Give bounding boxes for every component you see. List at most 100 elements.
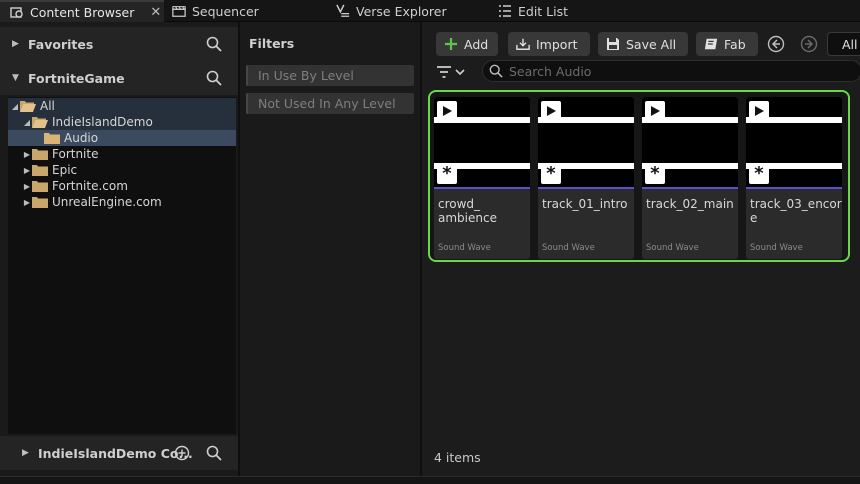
tab-label: Edit List	[518, 3, 569, 19]
asset-grid: * crowd_ ambience Sound Wave * track_01_i…	[428, 90, 850, 262]
tree-item-label: UnrealEngine.com	[52, 195, 162, 209]
save-all-button[interactable]: Save All	[598, 32, 688, 56]
search-icon[interactable]	[206, 445, 222, 461]
folder-icon	[32, 181, 48, 192]
play-icon[interactable]	[645, 101, 665, 121]
tree-item-label: Epic	[52, 163, 78, 177]
play-icon[interactable]	[541, 101, 561, 121]
add-button[interactable]: Add	[436, 32, 498, 56]
asset-tile-track-01-intro[interactable]: * track_01_intro Sound Wave	[538, 97, 634, 259]
favorites-header[interactable]: ▶ Favorites	[0, 27, 238, 61]
list-icon	[498, 4, 512, 18]
chevron-right-icon[interactable]: ▶	[22, 150, 32, 159]
tab-content-browser[interactable]: Content Browser ✕	[0, 0, 164, 22]
filter-not-used-in-any-level[interactable]: Not Used In Any Level	[246, 93, 414, 114]
filters-panel: Filters In Use By Level Not Used In Any …	[240, 22, 420, 476]
folder-icon	[32, 165, 48, 176]
chevron-right-icon[interactable]: ▶	[22, 198, 32, 207]
status-bar	[0, 476, 860, 484]
asset-type: Sound Wave	[542, 243, 595, 253]
folder-open-icon	[32, 117, 48, 128]
tab-verse-explorer[interactable]: Verse Explorer	[336, 0, 447, 22]
import-button[interactable]: Import	[508, 32, 590, 56]
sources-panel: ▶ Favorites ▼ FortniteGame ◢ All ◢ Indie…	[0, 22, 238, 476]
collections-header[interactable]: ▶ IndieIslandDemo Co...	[0, 436, 238, 470]
save-all-label: Save All	[626, 36, 677, 52]
tree-item-label: All	[40, 99, 55, 113]
tree-item-label: IndieIslandDemo	[52, 115, 153, 129]
tree-item-fortnite-com[interactable]: ▶ Fortnite.com	[8, 178, 236, 194]
tree-item-label: Fortnite.com	[52, 179, 128, 193]
tab-bar: Content Browser ✕ Sequencer Verse Explor…	[0, 0, 860, 22]
chevron-right-icon[interactable]: ▶	[22, 182, 32, 191]
search-input[interactable]	[509, 63, 839, 79]
asset-type: Sound Wave	[646, 243, 699, 253]
tree-item-indieislanddemo[interactable]: ◢ IndieIslandDemo	[8, 114, 236, 130]
chevron-right-icon[interactable]: ▶	[22, 166, 32, 175]
asset-name: track_02_main	[646, 197, 734, 211]
project-label: FortniteGame	[28, 70, 125, 86]
folder-icon	[32, 197, 48, 208]
tree-item-label: Audio	[64, 131, 99, 145]
project-header[interactable]: ▼ FortniteGame	[0, 61, 238, 95]
filter-dropdown-button[interactable]	[436, 62, 470, 82]
tab-edit-list[interactable]: Edit List	[498, 0, 568, 22]
asterisk-icon: *	[437, 164, 457, 184]
save-icon	[606, 37, 620, 51]
tree-item-label: Fortnite	[52, 147, 99, 161]
asset-thumbnail: *	[746, 97, 842, 187]
filters-title: Filters	[249, 36, 295, 51]
play-icon[interactable]	[437, 101, 457, 121]
forward-icon[interactable]	[800, 35, 818, 53]
filter-icon	[437, 66, 451, 78]
add-label: Add	[464, 36, 489, 52]
fab-label: Fab	[724, 36, 746, 52]
import-icon	[516, 37, 530, 51]
asset-tile-crowd-ambience[interactable]: * crowd_ ambience Sound Wave	[434, 97, 530, 259]
content-browser-icon	[10, 5, 24, 19]
path-all-button[interactable]: All	[827, 32, 860, 56]
chevron-down-icon[interactable]: ◢	[10, 102, 20, 111]
asset-type: Sound Wave	[438, 243, 491, 253]
filter-in-use-by-level[interactable]: In Use By Level	[246, 65, 414, 86]
tree-item-unrealengine-com[interactable]: ▶ UnrealEngine.com	[8, 194, 236, 210]
tab-sequencer[interactable]: Sequencer	[172, 0, 259, 22]
close-icon[interactable]: ✕	[150, 5, 161, 20]
add-collection-icon[interactable]	[174, 445, 190, 461]
verse-icon	[336, 4, 350, 18]
asset-name: track_03_encore	[750, 197, 842, 225]
asset-type-color-bar	[642, 187, 738, 189]
clapperboard-icon	[172, 4, 186, 18]
asset-tile-track-03-encore[interactable]: * track_03_encore Sound Wave	[746, 97, 842, 259]
tree-item-fortnite[interactable]: ▶ Fortnite	[8, 146, 236, 162]
chevron-right-icon: ▶	[22, 448, 29, 458]
search-assets-field[interactable]	[482, 60, 860, 82]
tab-label: Content Browser	[30, 4, 135, 20]
plus-icon	[444, 37, 458, 51]
asset-thumbnail: *	[642, 97, 738, 187]
chevron-right-icon: ▶	[12, 39, 19, 49]
collections-label: IndieIslandDemo Co...	[38, 445, 193, 461]
play-icon[interactable]	[749, 101, 769, 121]
fab-button[interactable]: Fab	[696, 32, 758, 56]
asterisk-icon: *	[541, 164, 561, 184]
tree-item-epic[interactable]: ▶ Epic	[8, 162, 236, 178]
search-icon[interactable]	[206, 36, 222, 52]
tree-item-all[interactable]: ◢ All	[8, 98, 236, 114]
asset-view: Add Import Save All Fab All Search Audio…	[422, 22, 860, 476]
search-icon[interactable]	[206, 70, 222, 86]
tab-label: Verse Explorer	[356, 3, 447, 19]
asset-name: crowd_ ambience	[438, 197, 497, 225]
asset-thumbnail: *	[434, 97, 530, 187]
item-count: 4 items	[434, 450, 481, 465]
chevron-down-icon[interactable]: ◢	[22, 118, 32, 127]
asset-type: Sound Wave	[750, 243, 803, 253]
asset-tile-track-02-main[interactable]: * track_02_main Sound Wave	[642, 97, 738, 259]
favorites-label: Favorites	[28, 36, 94, 52]
tab-label: Sequencer	[192, 3, 259, 19]
tree-item-audio[interactable]: Audio	[8, 130, 236, 146]
back-icon[interactable]	[767, 35, 785, 53]
chevron-down-icon: ▼	[12, 73, 19, 83]
chevron-down-icon	[455, 69, 465, 76]
search-icon	[489, 64, 503, 78]
